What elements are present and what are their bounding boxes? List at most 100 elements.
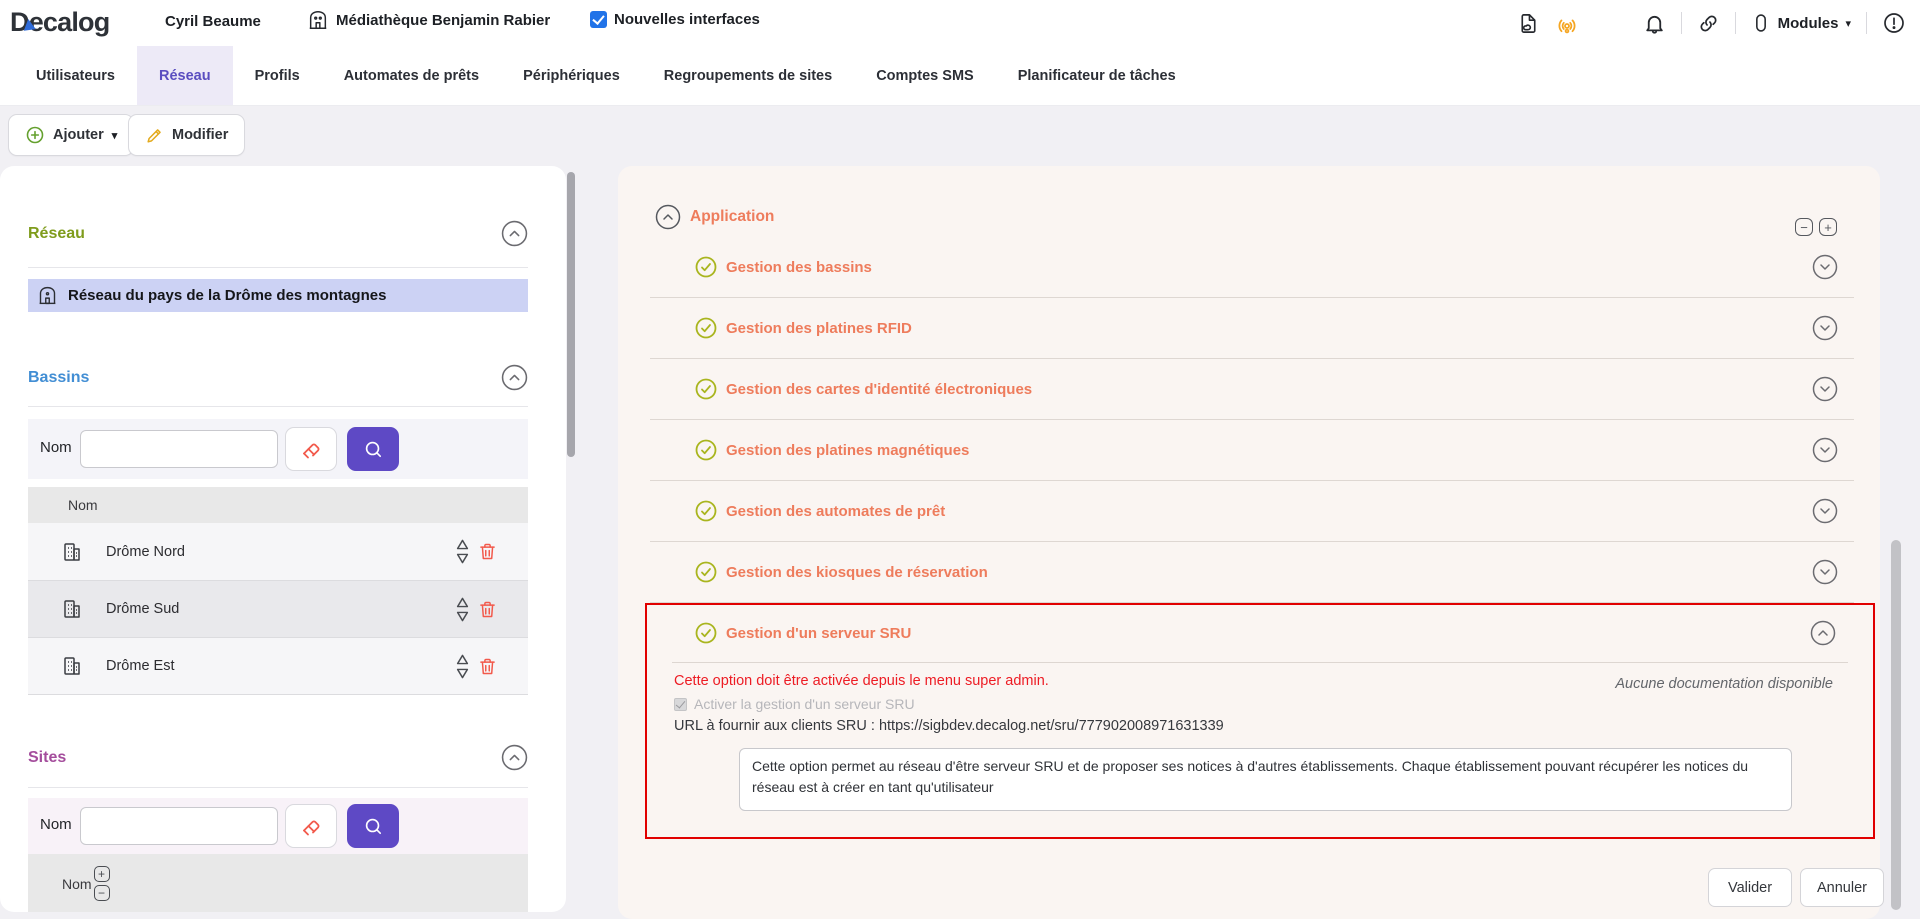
app-screen: Decalog Cyril Beaume Médiathèque Benjami… xyxy=(0,0,1920,919)
chevron-up-circle-icon[interactable] xyxy=(1810,620,1836,646)
tab-planificateur-de-taches[interactable]: Planificateur de tâches xyxy=(996,46,1198,105)
option-gestion-des-platines-magnetiques[interactable]: Gestion des platines magnétiques xyxy=(650,420,1854,481)
top-header: Decalog Cyril Beaume Médiathèque Benjami… xyxy=(0,0,1920,46)
collapse-all-icon[interactable]: − xyxy=(1795,218,1813,236)
tab-regroupements-de-sites[interactable]: Regroupements de sites xyxy=(642,46,854,105)
notifications-bell-icon[interactable] xyxy=(1643,12,1666,35)
bassins-search-button[interactable] xyxy=(347,427,399,471)
move-up-icon[interactable] xyxy=(454,538,471,551)
bassins-section-title: Bassins xyxy=(28,369,89,387)
chevron-down-circle-icon[interactable] xyxy=(1812,498,1838,524)
current-library[interactable]: Médiathèque Benjamin Rabier xyxy=(307,9,550,31)
divider xyxy=(28,694,528,695)
bassins-clear-button[interactable] xyxy=(285,427,337,471)
validate-button[interactable]: Valider xyxy=(1708,868,1792,907)
chevron-up-circle-icon[interactable] xyxy=(501,364,528,391)
option-label: Gestion des bassins xyxy=(726,259,872,276)
trash-icon[interactable] xyxy=(477,656,498,677)
new-interfaces-toggle[interactable]: Nouvelles interfaces xyxy=(590,11,760,28)
check-circle-icon xyxy=(695,622,717,644)
chevron-down-circle-icon[interactable] xyxy=(1812,437,1838,463)
tab-automates-de-prets[interactable]: Automates de prêts xyxy=(322,46,501,105)
option-gestion-des-bassins[interactable]: Gestion des bassins xyxy=(650,237,1854,298)
chevron-down-circle-icon[interactable] xyxy=(1812,254,1838,280)
option-label: Gestion des platines magnétiques xyxy=(726,442,969,459)
sites-search-button[interactable] xyxy=(347,804,399,848)
modules-menu[interactable]: Modules ▾ xyxy=(1751,12,1851,34)
tab-profils[interactable]: Profils xyxy=(233,46,322,105)
collapse-all-icon[interactable]: − xyxy=(94,885,110,901)
modules-capsule-icon xyxy=(1751,12,1771,34)
page-scrollbar-thumb[interactable] xyxy=(1891,540,1901,910)
move-up-icon[interactable] xyxy=(454,596,471,609)
trash-icon[interactable] xyxy=(477,599,498,620)
header-divider xyxy=(1866,12,1867,34)
option-label: Gestion des kiosques de réservation xyxy=(726,564,988,581)
decalog-logo[interactable]: Decalog xyxy=(10,7,109,38)
bassin-row-label: Drôme Nord xyxy=(106,544,185,560)
export-document-icon[interactable] xyxy=(1517,12,1540,35)
edit-button-label: Modifier xyxy=(172,127,228,143)
building-icon xyxy=(60,654,84,678)
expand-all-icon[interactable]: + xyxy=(94,866,110,882)
main-nav-tabs: Utilisateurs Réseau Profils Automates de… xyxy=(0,46,1920,106)
move-down-icon[interactable] xyxy=(454,667,471,680)
decalog-logo-text: Decalog xyxy=(10,7,109,38)
expand-all-icon[interactable]: + xyxy=(1819,218,1837,236)
bassin-row-drome-sud[interactable]: Drôme Sud xyxy=(28,580,528,637)
check-circle-icon xyxy=(695,561,717,583)
chevron-up-circle-icon[interactable] xyxy=(501,744,528,771)
option-gestion-serveur-sru[interactable]: Gestion d'un serveur SRU xyxy=(695,605,911,661)
add-button-label: Ajouter xyxy=(53,127,104,143)
rfid-broadcast-icon[interactable] xyxy=(1555,11,1579,35)
sru-description-textarea[interactable]: Cette option permet au réseau d'être ser… xyxy=(739,748,1792,811)
cancel-button[interactable]: Annuler xyxy=(1800,868,1884,907)
selected-network-label: Réseau du pays de la Drôme des montagnes xyxy=(68,287,386,304)
selected-network-item[interactable]: Réseau du pays de la Drôme des montagnes xyxy=(28,279,528,312)
application-section-header[interactable]: Application xyxy=(655,204,774,230)
link-chain-icon[interactable] xyxy=(1697,12,1720,35)
option-gestion-des-kiosques[interactable]: Gestion des kiosques de réservation xyxy=(650,542,1854,603)
chevron-down-icon: ▾ xyxy=(1845,17,1851,30)
sites-search-bar: Nom xyxy=(28,798,528,854)
option-label: Gestion des cartes d'identité électroniq… xyxy=(726,381,1032,398)
bassins-search-bar: Nom xyxy=(28,419,528,479)
sidebar-scrollbar-thumb[interactable] xyxy=(567,172,575,457)
tab-peripheriques[interactable]: Périphériques xyxy=(501,46,642,105)
sru-enable-checkbox[interactable] xyxy=(674,698,687,711)
divider xyxy=(672,662,1848,663)
chevron-up-circle-icon[interactable] xyxy=(655,204,681,230)
bassin-row-drome-nord[interactable]: Drôme Nord xyxy=(28,523,528,580)
pencil-icon xyxy=(145,126,164,145)
chevron-down-circle-icon[interactable] xyxy=(1812,315,1838,341)
move-down-icon[interactable] xyxy=(454,552,471,565)
option-gestion-des-cartes-identite[interactable]: Gestion des cartes d'identité électroniq… xyxy=(650,359,1854,420)
sru-enable-label: Activer la gestion d'un serveur SRU xyxy=(694,696,915,712)
chevron-up-circle-icon[interactable] xyxy=(501,220,528,247)
new-interfaces-label: Nouvelles interfaces xyxy=(614,11,760,28)
sru-no-documentation-text: Aucune documentation disponible xyxy=(1615,676,1833,692)
modules-label: Modules xyxy=(1778,15,1839,32)
row-actions xyxy=(454,538,498,565)
sites-search-input[interactable] xyxy=(80,807,278,845)
option-gestion-des-platines-rfid[interactable]: Gestion des platines RFID xyxy=(650,298,1854,359)
trash-icon[interactable] xyxy=(477,541,498,562)
tab-reseau[interactable]: Réseau xyxy=(137,46,233,105)
add-button[interactable]: Ajouter ▾ xyxy=(8,114,134,156)
tab-comptes-sms[interactable]: Comptes SMS xyxy=(854,46,996,105)
option-gestion-des-automates-de-pret[interactable]: Gestion des automates de prêt xyxy=(650,481,1854,542)
info-circle-icon[interactable] xyxy=(1882,11,1906,35)
sites-column-label: Nom xyxy=(62,876,92,892)
search-icon xyxy=(362,438,385,461)
move-down-icon[interactable] xyxy=(454,610,471,623)
chevron-down-circle-icon[interactable] xyxy=(1812,559,1838,585)
sru-url-text: URL à fournir aux clients SRU : https://… xyxy=(674,718,1224,734)
edit-button[interactable]: Modifier xyxy=(128,114,245,156)
tab-utilisateurs[interactable]: Utilisateurs xyxy=(14,46,137,105)
bassin-row-drome-est[interactable]: Drôme Est xyxy=(28,637,528,694)
bassins-search-input[interactable] xyxy=(80,430,278,468)
new-interfaces-checkbox[interactable] xyxy=(590,11,607,28)
sites-clear-button[interactable] xyxy=(285,804,337,848)
chevron-down-circle-icon[interactable] xyxy=(1812,376,1838,402)
move-up-icon[interactable] xyxy=(454,653,471,666)
